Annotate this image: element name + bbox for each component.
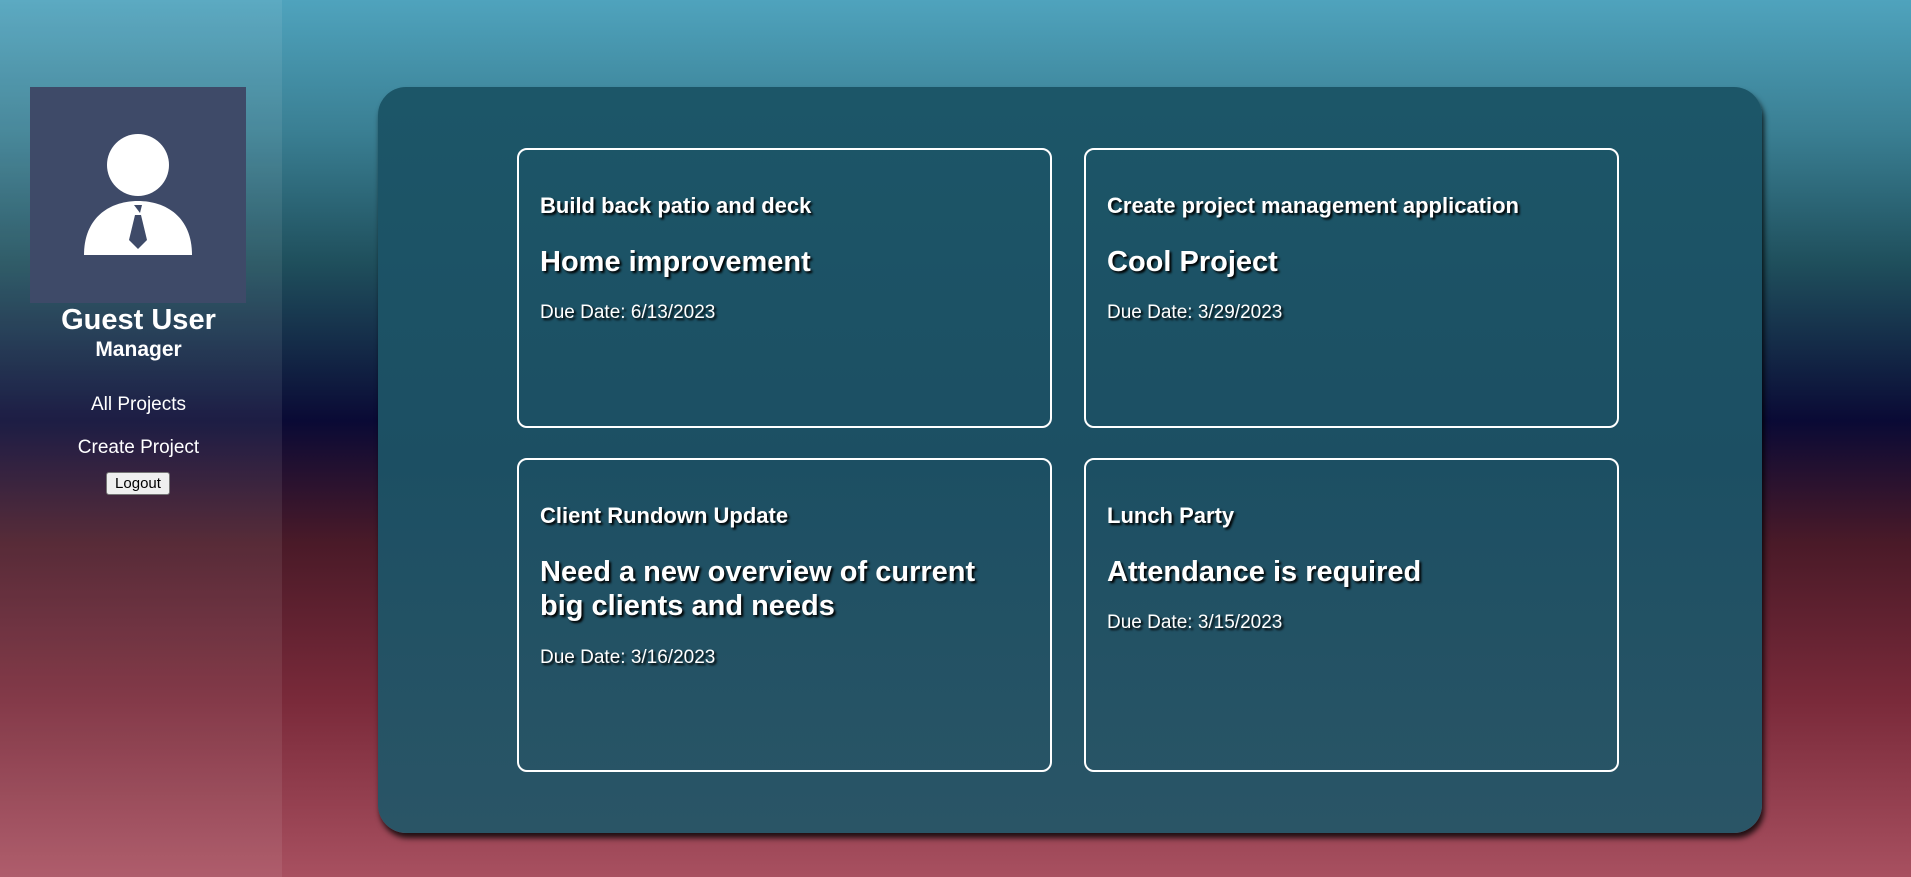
project-card[interactable]: Lunch Party Attendance is required Due D… [1084,458,1619,772]
project-title: Client Rundown Update [540,503,789,528]
project-title: Lunch Party [1107,503,1235,528]
user-with-tie-icon [84,134,192,255]
user-role: Manager [95,338,182,361]
project-card[interactable]: Client Rundown Update Need a new overvie… [517,458,1052,772]
project-description: Home improvement [540,246,811,278]
project-title: Create project management application [1107,193,1519,218]
project-card[interactable]: Create project management application Co… [1084,148,1619,428]
project-description: Attendance is required [1107,556,1422,588]
nav-all-projects-link[interactable]: All Projects [0,393,277,417]
project-due-date: Due Date: 3/16/2023 [540,647,716,668]
avatar [30,87,246,303]
project-description: Need a new overview of current big clien… [540,556,976,622]
logout-button[interactable]: Logout [106,472,170,495]
project-due-date: Due Date: 3/29/2023 [1107,302,1283,323]
user-name: Guest User [61,304,216,336]
project-due-date: Due Date: 3/15/2023 [1107,612,1283,633]
nav-create-project-link[interactable]: Create Project [0,436,277,460]
project-title: Build back patio and deck [540,193,812,218]
project-description: Cool Project [1107,246,1278,278]
projects-panel: Build back patio and deck Home improveme… [378,87,1762,833]
sidebar: Guest User Manager All Projects Create P… [0,0,282,877]
project-card[interactable]: Build back patio and deck Home improveme… [517,148,1052,428]
project-due-date: Due Date: 6/13/2023 [540,302,716,323]
